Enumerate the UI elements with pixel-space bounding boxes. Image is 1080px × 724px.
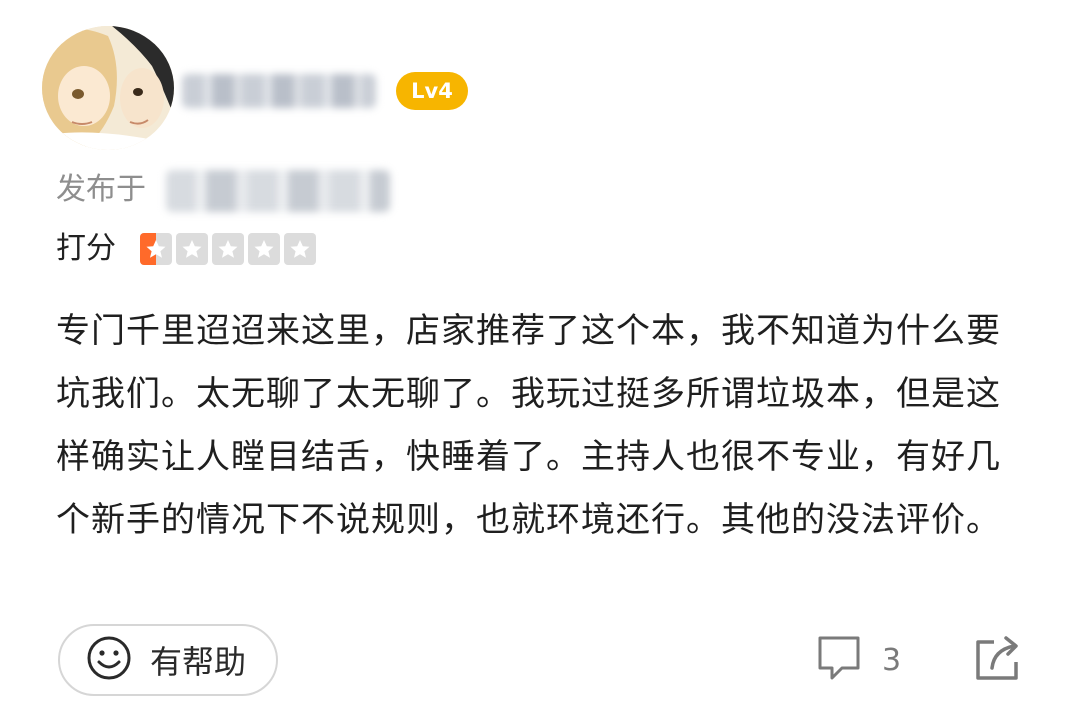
rating-label: 打分 [56,231,116,266]
level-badge: Lv4 [396,72,468,110]
smile-icon [86,635,132,685]
helpful-button[interactable]: 有帮助 [58,624,278,696]
anime-avatar-image [42,26,174,150]
helpful-label: 有帮助 [150,643,247,681]
star-icon [176,233,208,265]
publish-date-redacted [166,170,390,212]
review-text: 专门千里迢迢来这里，店家推荐了这个本，我不知道为什么要坑我们。太无聊了太无聊了。… [56,311,1001,540]
comment-button[interactable]: 3 [816,634,901,686]
star-icon [140,233,172,265]
avatar[interactable] [42,26,174,150]
published-label: 发布于 [56,172,146,207]
comment-count: 3 [882,642,902,678]
star-icon [212,233,244,265]
star-icon [248,233,280,265]
comment-icon [816,634,862,686]
star-icon [284,233,316,265]
share-icon[interactable] [972,632,1024,688]
star-rating [140,233,316,265]
username-redacted[interactable] [182,74,376,108]
